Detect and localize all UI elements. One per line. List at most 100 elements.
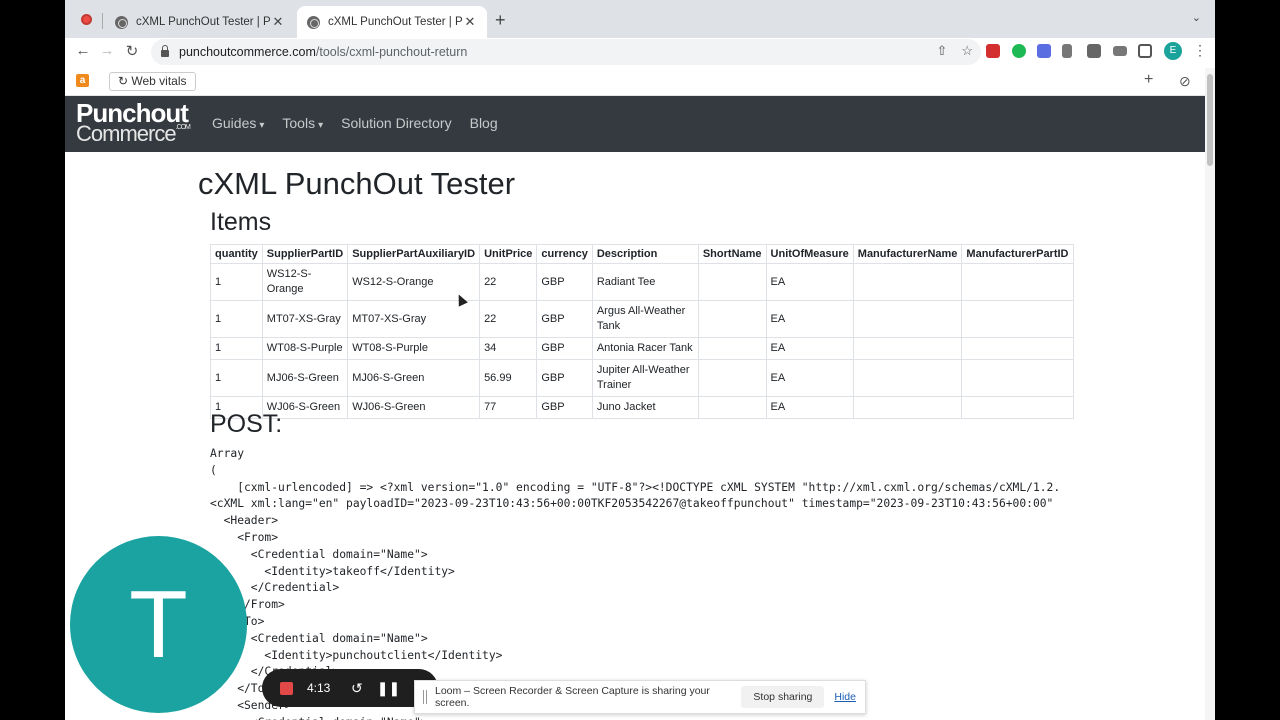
table-row: 1 MT07-XS-Gray MT07-XS-Gray 22 GBP Argus All-… <box>210 300 1074 338</box>
table-cell: MJ06-S-Green <box>261 359 349 397</box>
new-tab-icon[interactable]: + <box>495 10 506 31</box>
extension-green-icon[interactable] <box>1012 44 1026 58</box>
scrollbar-thumb[interactable] <box>1207 74 1213 166</box>
table-cell: 22 <box>479 263 538 301</box>
column-header: SupplierPartAuxiliaryID <box>347 244 481 264</box>
table-cell: 77 <box>479 396 538 419</box>
close-tab-icon[interactable]: ✕ <box>271 14 285 30</box>
table-cell <box>961 396 1074 419</box>
browser-toolbar: ← → ↻ punchoutcommerce.com/tools/cxml-pu… <box>65 38 1215 68</box>
nav-tools[interactable]: Tools <box>282 115 323 131</box>
site-navbar: Punchout Commerce.COM Guides Tools Solut… <box>65 96 1205 152</box>
tab-title: cXML PunchOut Tester | Punch <box>136 16 271 28</box>
page-title: cXML PunchOut Tester <box>198 166 516 201</box>
table-cell <box>697 359 767 397</box>
a-badge-icon[interactable]: a <box>76 74 89 87</box>
globe-icon <box>307 15 320 29</box>
reload-icon[interactable]: ↻ <box>122 42 142 60</box>
table-cell <box>852 300 963 338</box>
profile-avatar[interactable]: E <box>1164 42 1182 60</box>
menu-icon[interactable]: ⋮ <box>1193 42 1207 59</box>
table-cell <box>697 396 767 419</box>
left-letterbox <box>0 0 65 720</box>
table-cell: 22 <box>479 300 538 338</box>
hide-link[interactable]: Hide <box>834 691 856 703</box>
items-heading: Items <box>210 208 272 236</box>
stop-recording-button[interactable] <box>280 681 293 695</box>
extension-red-icon[interactable] <box>986 44 1000 58</box>
table-cell <box>852 359 963 397</box>
table-cell <box>961 263 1074 301</box>
close-tab-icon[interactable]: ✕ <box>463 14 477 30</box>
table-row: 1 WS12-S-Orange WS12-S-Orange 22 GBP Radiant … <box>210 263 1074 301</box>
pause-icon[interactable]: ❚❚ <box>377 680 400 697</box>
table-cell <box>697 300 767 338</box>
table-cell: EA <box>765 300 854 338</box>
recording-timer: 4:13 <box>307 681 331 695</box>
table-cell: Juno Jacket <box>591 396 699 419</box>
address-bar[interactable]: punchoutcommerce.com/tools/cxml-punchout… <box>151 39 981 65</box>
table-row: 1 WT08-S-Purple WT08-S-Purple 34 GBP Antonia … <box>210 337 1074 360</box>
table-cell <box>961 300 1074 338</box>
column-header: SupplierPartID <box>261 244 349 264</box>
tab-separator <box>102 13 103 29</box>
table-cell: MJ06-S-Green <box>347 359 481 397</box>
table-cell <box>852 337 963 360</box>
share-icon[interactable]: ⇧ <box>936 43 947 59</box>
nav-guides[interactable]: Guides <box>212 115 264 131</box>
table-cell: EA <box>765 337 854 360</box>
plus-icon[interactable]: + <box>1144 71 1153 89</box>
forward-icon[interactable]: → <box>97 42 117 59</box>
web-vitals-label: Web vitals <box>131 74 187 88</box>
column-header: quantity <box>210 244 263 264</box>
column-header: Description <box>591 244 699 264</box>
table-cell: GBP <box>536 337 593 360</box>
extension-grid-icon[interactable] <box>1037 44 1051 58</box>
table-cell <box>961 337 1074 360</box>
table-cell <box>961 359 1074 397</box>
table-cell: 1 <box>210 300 263 338</box>
table-cell <box>697 337 767 360</box>
logo-line2: Commerce <box>76 121 177 146</box>
record-dot-icon[interactable] <box>81 14 92 25</box>
nav-solution-directory[interactable]: Solution Directory <box>341 115 452 131</box>
star-icon[interactable]: ☆ <box>961 43 973 59</box>
sidepanel-icon[interactable] <box>1138 44 1152 58</box>
tab-inactive[interactable]: cXML PunchOut Tester | Punch ✕ <box>105 6 295 38</box>
nav-blog[interactable]: Blog <box>470 115 498 131</box>
eyedropper-icon[interactable] <box>1062 44 1072 58</box>
back-icon[interactable]: ← <box>73 42 93 59</box>
table-row: 1 WJ06-S-Green WJ06-S-Green 77 GBP Juno Jacke… <box>210 396 1074 419</box>
table-cell: GBP <box>536 396 593 419</box>
restart-icon[interactable]: ↺ <box>351 680 363 697</box>
table-cell: 1 <box>210 337 263 360</box>
block-icon[interactable]: ⊘ <box>1179 73 1191 90</box>
table-cell: 56.99 <box>479 359 538 397</box>
table-cell: GBP <box>536 359 593 397</box>
puzzle-icon[interactable] <box>1087 44 1101 58</box>
page-scrollbar[interactable] <box>1205 68 1215 720</box>
recorder-controls: 4:13 ↺ ❚❚ ▯ <box>262 669 438 707</box>
globe-icon <box>115 15 128 29</box>
table-cell: EA <box>765 396 854 419</box>
web-vitals-button[interactable]: ↻ Web vitals <box>109 72 196 91</box>
drag-handle-icon[interactable] <box>423 690 427 704</box>
table-cell: EA <box>765 263 854 301</box>
column-header: ManufacturerPartID <box>961 244 1074 264</box>
site-logo[interactable]: Punchout Commerce.COM <box>76 100 191 146</box>
table-cell: GBP <box>536 300 593 338</box>
post-heading: POST: <box>210 410 283 438</box>
media-queue-icon[interactable] <box>1113 46 1127 56</box>
stop-sharing-button[interactable]: Stop sharing <box>741 686 825 708</box>
url-host: punchoutcommerce.com <box>179 45 316 59</box>
column-header: currency <box>536 244 593 264</box>
chevron-down-icon[interactable]: ⌄ <box>1192 11 1201 24</box>
tab-active[interactable]: cXML PunchOut Tester | Punch ✕ <box>297 6 487 38</box>
column-header: ShortName <box>697 244 767 264</box>
lock-icon[interactable] <box>161 44 169 57</box>
table-cell <box>852 396 963 419</box>
tab-strip: cXML PunchOut Tester | Punch ✕ cXML Punc… <box>65 0 1215 38</box>
table-cell <box>697 263 767 301</box>
column-header: UnitPrice <box>479 244 538 264</box>
items-table: quantity SupplierPartID SupplierPartAuxili… <box>210 244 1074 419</box>
